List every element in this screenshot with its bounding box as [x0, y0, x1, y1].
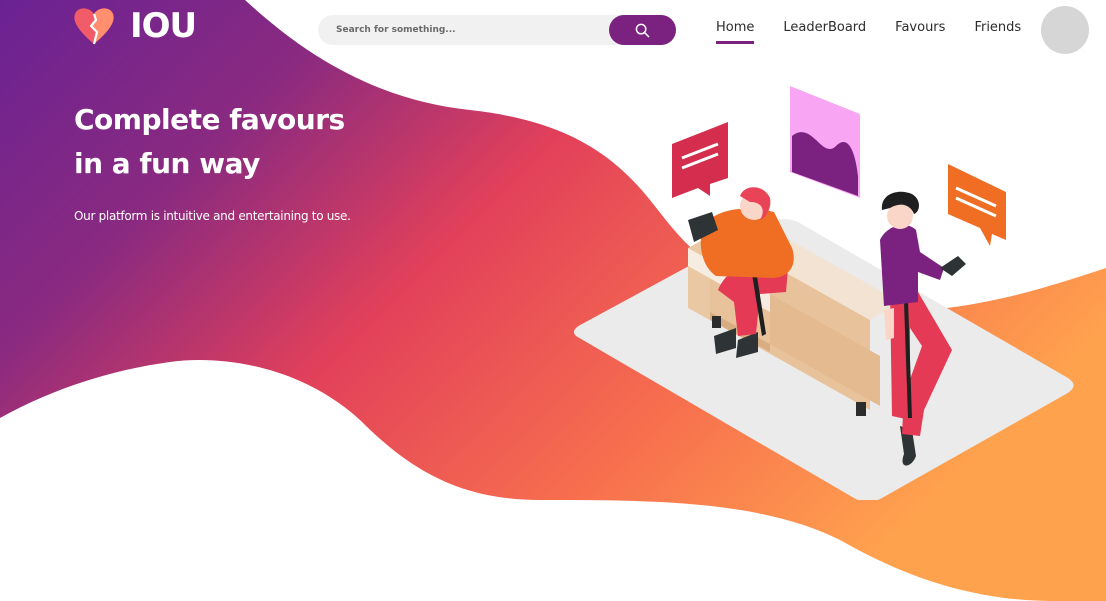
chart-card-pink [790, 86, 860, 198]
hero-illustration [574, 86, 1074, 500]
brand-name: IOU [130, 6, 197, 46]
nav-favours[interactable]: Favours [895, 20, 945, 44]
nav-friends[interactable]: Friends [974, 20, 1021, 44]
user-avatar[interactable] [1041, 6, 1089, 54]
speech-bubble-orange [948, 164, 1006, 246]
brand-logo[interactable]: IOU [72, 6, 197, 46]
hero-title-line-2: in a fun way [74, 147, 260, 180]
speech-bubble-red [672, 122, 728, 198]
broken-heart-icon [74, 8, 114, 45]
search-bar [318, 15, 676, 45]
nav-home[interactable]: Home [716, 20, 755, 44]
main-nav: Home LeaderBoard Favours Friends [716, 20, 1050, 44]
search-button[interactable] [609, 15, 676, 45]
hero-title: Complete favours in a fun way [74, 98, 404, 186]
search-input[interactable] [318, 15, 608, 45]
hero-title-line-1: Complete favours [74, 103, 345, 136]
hero-subtitle: Our platform is intuitive and entertaini… [74, 209, 351, 223]
nav-leaderboard[interactable]: LeaderBoard [783, 20, 866, 44]
search-icon [635, 23, 650, 37]
